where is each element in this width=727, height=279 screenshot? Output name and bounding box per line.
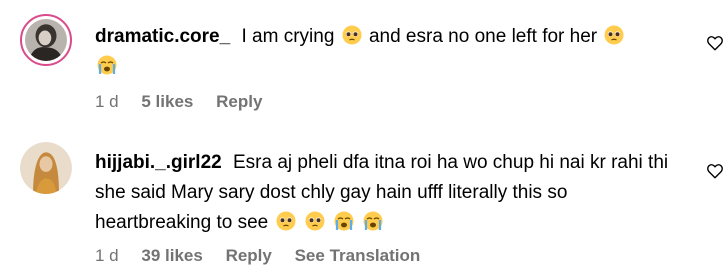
comment-username[interactable]: dramatic.core_: [95, 26, 230, 47]
comment-meta: 1 d 5 likes Reply: [95, 92, 280, 112]
reply-button[interactable]: Reply: [226, 246, 272, 265]
likes-count[interactable]: 5 likes: [141, 92, 193, 111]
comment-text: hijjabi._.girl22 Esra aj pheli dfa itna …: [95, 148, 685, 238]
comment-text-part: I am crying: [241, 26, 335, 47]
pleading-face-icon: [276, 211, 296, 231]
comment-text: dramatic.core_ I am crying and esra no o…: [95, 22, 685, 82]
comment-time: 1 d: [95, 246, 119, 265]
avatar-image: [25, 19, 67, 61]
pleading-face-icon: [604, 25, 624, 45]
loudly-crying-face-icon: [97, 55, 117, 75]
reply-button[interactable]: Reply: [216, 92, 262, 111]
comment-time: 1 d: [95, 92, 119, 111]
see-translation-button[interactable]: See Translation: [295, 246, 421, 265]
loudly-crying-face-icon: [334, 211, 354, 231]
likes-count[interactable]: 39 likes: [141, 246, 202, 265]
avatar-image: [20, 142, 72, 194]
pleading-face-icon: [342, 25, 362, 45]
comment-text-part: and esra no one left for her: [368, 26, 598, 47]
comment-username[interactable]: hijjabi._.girl22: [95, 152, 222, 173]
avatar[interactable]: [20, 14, 72, 66]
avatar[interactable]: [20, 142, 72, 194]
comment-meta: 1 d 39 likes Reply See Translation: [95, 246, 438, 266]
loudly-crying-face-icon: [363, 211, 383, 231]
heart-icon[interactable]: [706, 34, 724, 52]
heart-icon[interactable]: [706, 162, 724, 180]
pleading-face-icon: [305, 211, 325, 231]
